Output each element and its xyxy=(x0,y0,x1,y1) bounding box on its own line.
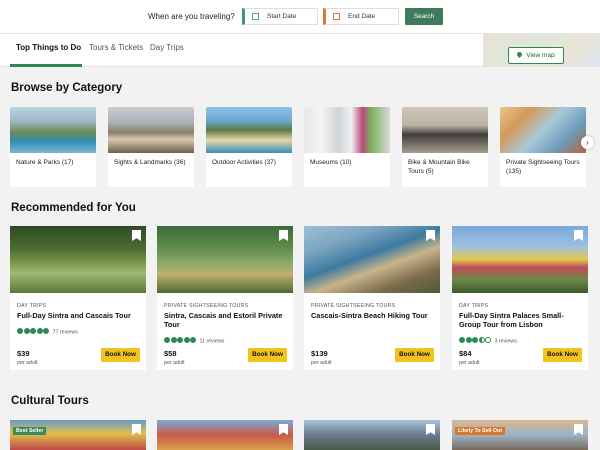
map-pin-icon xyxy=(516,50,524,59)
tour-price: $84 xyxy=(459,349,472,358)
tour-category: DAY TRIPS xyxy=(17,303,47,309)
book-now-button[interactable]: Book Now xyxy=(248,348,287,362)
tour-card[interactable]: PRIVATE SIGHTSEEING TOURS Sintra, Cascai… xyxy=(157,226,293,370)
tour-card[interactable]: DAY TRIPS Full-Day Sintra and Cascais To… xyxy=(10,226,146,370)
review-count: 11 reviews xyxy=(199,338,225,345)
end-date-field[interactable]: End Date xyxy=(323,8,399,25)
tour-rating: 11 reviews xyxy=(164,337,224,345)
tour-card[interactable]: DAY TRIPS Full-Day Sintra Palaces Small-… xyxy=(452,226,588,370)
tour-price: $58 xyxy=(164,349,177,358)
calendar-icon xyxy=(252,13,259,20)
category-card-bike-tours[interactable]: Bike & Mountain Bike Tours (5) xyxy=(402,107,488,187)
tab-top-things-to-do[interactable]: Top Things to Do xyxy=(16,43,81,52)
book-now-button[interactable]: Book Now xyxy=(101,348,140,362)
bookmark-icon[interactable] xyxy=(132,424,141,435)
chevron-right-icon[interactable]: › xyxy=(581,136,594,149)
tour-price: $139 xyxy=(311,349,328,358)
price-unit: per adult xyxy=(164,360,185,366)
tour-image xyxy=(157,226,293,293)
bookmark-icon[interactable] xyxy=(279,424,288,435)
start-date-field[interactable]: Start Date xyxy=(242,8,318,25)
tour-title[interactable]: Full-Day Sintra and Cascais Tour xyxy=(17,311,140,320)
category-image xyxy=(108,107,194,153)
category-card-private-sightseeing[interactable]: Private Sightseeing Tours (135) xyxy=(500,107,586,187)
price-unit: per adult xyxy=(459,360,480,366)
bookmark-icon[interactable] xyxy=(574,424,583,435)
tab-day-trips[interactable]: Day Trips xyxy=(150,43,184,52)
bookmark-icon[interactable] xyxy=(426,424,435,435)
travel-question: When are you traveling? xyxy=(148,12,235,21)
tour-card[interactable]: PRIVATE SIGHTSEEING TOURS Cascais-Sintra… xyxy=(304,226,440,370)
calendar-icon xyxy=(333,13,340,20)
category-label: Bike & Mountain Bike Tours (5) xyxy=(408,159,470,175)
tour-rating: 77 reviews xyxy=(17,328,78,336)
tour-card[interactable] xyxy=(157,420,293,450)
best-seller-badge: Best Seller xyxy=(13,427,47,435)
tab-tours-tickets[interactable]: Tours & Tickets xyxy=(89,43,143,52)
tour-card[interactable] xyxy=(304,420,440,450)
browse-category-title: Browse by Category xyxy=(11,82,123,94)
book-now-button[interactable]: Book Now xyxy=(543,348,582,362)
bookmark-icon[interactable] xyxy=(426,230,435,241)
category-label: Private Sightseeing Tours (135) xyxy=(506,159,580,175)
tour-rating: 3 reviews xyxy=(459,337,517,345)
rating-bubbles-icon xyxy=(459,337,492,345)
bookmark-icon[interactable] xyxy=(574,230,583,241)
tour-title[interactable]: Full-Day Sintra Palaces Small-Group Tour… xyxy=(459,311,582,329)
tour-image xyxy=(10,226,146,293)
category-image xyxy=(10,107,96,153)
cultural-tours-title: Cultural Tours xyxy=(11,395,89,407)
price-unit: per adult xyxy=(17,360,38,366)
category-label: Outdoor Activities (37) xyxy=(212,159,276,166)
category-image xyxy=(402,107,488,153)
recommended-title: Recommended for You xyxy=(11,202,136,214)
bookmark-icon[interactable] xyxy=(279,230,288,241)
category-card-nature-parks[interactable]: Nature & Parks (17) xyxy=(10,107,96,187)
category-card-outdoor-activities[interactable]: Outdoor Activities (37) xyxy=(206,107,292,187)
tour-category: PRIVATE SIGHTSEEING TOURS xyxy=(164,303,249,309)
review-count: 3 reviews xyxy=(494,338,517,345)
start-date-label: Start Date xyxy=(267,13,297,20)
tour-category: DAY TRIPS xyxy=(459,303,489,309)
end-date-label: End Date xyxy=(348,13,376,20)
category-card-museums[interactable]: Museums (10) xyxy=(304,107,390,187)
rating-bubbles-icon xyxy=(164,337,197,345)
category-card-sights-landmarks[interactable]: Sights & Landmarks (36) xyxy=(108,107,194,187)
tour-category: PRIVATE SIGHTSEEING TOURS xyxy=(311,303,396,309)
search-button[interactable]: Search xyxy=(405,8,443,25)
category-label: Sights & Landmarks (36) xyxy=(114,159,186,166)
active-tab-indicator xyxy=(10,64,82,67)
category-image xyxy=(206,107,292,153)
category-label: Museums (10) xyxy=(310,159,352,166)
tour-price: $39 xyxy=(17,349,30,358)
search-bar: When are you traveling? Start Date End D… xyxy=(0,0,600,33)
category-image xyxy=(304,107,390,153)
tour-image xyxy=(304,226,440,293)
view-map-label: View map xyxy=(526,52,555,59)
rating-bubbles-icon xyxy=(17,328,50,336)
book-now-button[interactable]: Book Now xyxy=(395,348,434,362)
tour-card[interactable]: Likely To Sell Out xyxy=(452,420,588,450)
tour-title[interactable]: Sintra, Cascais and Estoril Private Tour xyxy=(164,311,287,329)
review-count: 77 reviews xyxy=(52,329,78,336)
category-label: Nature & Parks (17) xyxy=(16,159,74,166)
price-unit: per adult xyxy=(311,360,332,366)
tour-card[interactable]: Best Seller xyxy=(10,420,146,450)
tour-title[interactable]: Cascais-Sintra Beach Hiking Tour xyxy=(311,311,434,320)
view-map-button[interactable]: View map xyxy=(508,47,564,64)
tour-image xyxy=(452,226,588,293)
bookmark-icon[interactable] xyxy=(132,230,141,241)
category-image xyxy=(500,107,586,153)
likely-to-sell-out-badge: Likely To Sell Out xyxy=(455,427,506,435)
